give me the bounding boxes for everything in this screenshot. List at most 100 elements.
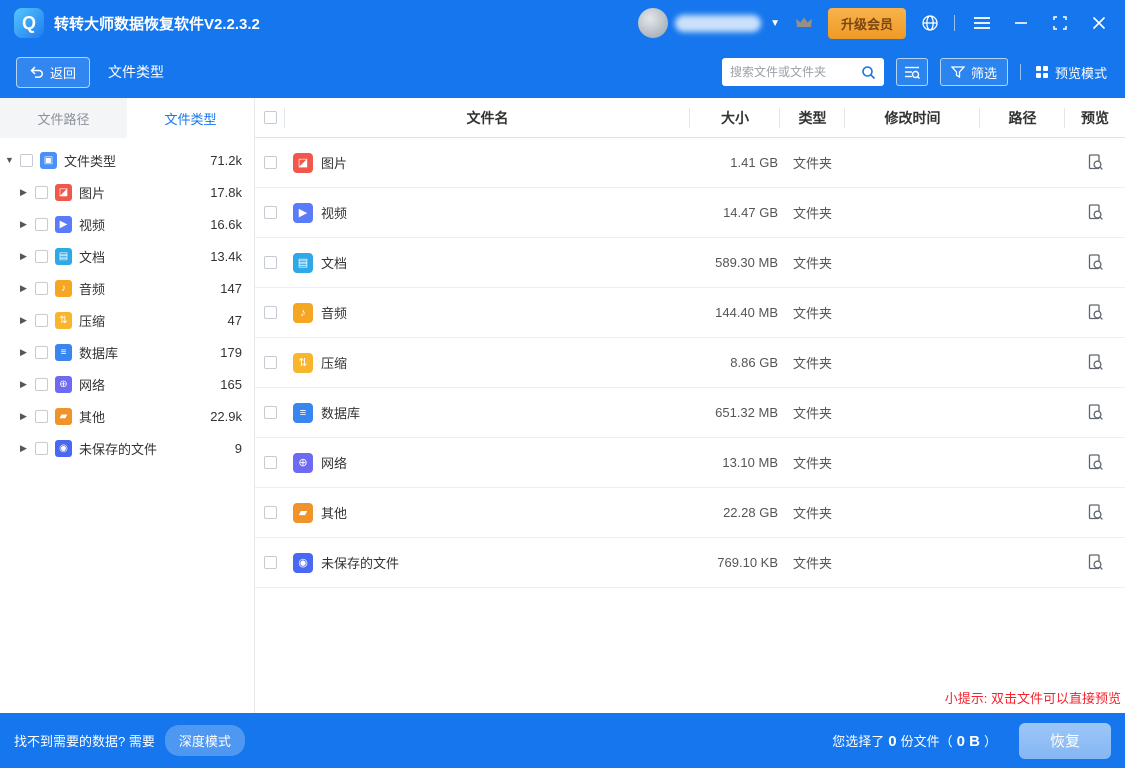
chevron-down-icon[interactable]: ▼ bbox=[5, 155, 20, 165]
preview-button[interactable] bbox=[1086, 153, 1105, 172]
file-name: 音频 bbox=[321, 303, 347, 322]
tree-checkbox[interactable] bbox=[35, 250, 48, 263]
tree-checkbox[interactable] bbox=[20, 154, 33, 167]
row-checkbox[interactable] bbox=[264, 256, 277, 269]
tree-item-label: 文档 bbox=[79, 247, 210, 266]
tree-checkbox[interactable] bbox=[35, 442, 48, 455]
preview-button[interactable] bbox=[1086, 403, 1105, 422]
row-checkbox[interactable] bbox=[264, 506, 277, 519]
row-checkbox[interactable] bbox=[264, 406, 277, 419]
tree-checkbox[interactable] bbox=[35, 218, 48, 231]
chevron-right-icon[interactable]: ▶ bbox=[20, 251, 35, 262]
table-row[interactable]: ⊕网络 13.10 MB 文件夹 bbox=[255, 438, 1125, 488]
maximize-button[interactable] bbox=[1048, 11, 1072, 35]
tree-item-label: 压缩 bbox=[79, 311, 228, 330]
tree-item[interactable]: ▶ ◉ 未保存的文件 9 bbox=[0, 432, 254, 464]
tree-checkbox[interactable] bbox=[35, 346, 48, 359]
preview-button[interactable] bbox=[1086, 353, 1105, 372]
select-all-checkbox[interactable] bbox=[264, 111, 277, 124]
close-button[interactable] bbox=[1087, 11, 1111, 35]
tree-checkbox[interactable] bbox=[35, 410, 48, 423]
preview-button[interactable] bbox=[1086, 203, 1105, 222]
file-path bbox=[980, 288, 1065, 337]
chevron-right-icon[interactable]: ▶ bbox=[20, 283, 35, 294]
hint-text: 小提示: 双击文件可以直接预览 bbox=[945, 688, 1121, 707]
tree-item[interactable]: ▶ ◪ 图片 17.8k bbox=[0, 176, 254, 208]
video-icon: ▶ bbox=[293, 203, 313, 223]
table-row[interactable]: ≡数据库 651.32 MB 文件夹 bbox=[255, 388, 1125, 438]
row-checkbox[interactable] bbox=[264, 356, 277, 369]
table-row[interactable]: ⇅压缩 8.86 GB 文件夹 bbox=[255, 338, 1125, 388]
row-checkbox[interactable] bbox=[264, 156, 277, 169]
tree-item-count: 71.2k bbox=[210, 153, 254, 168]
file-type: 文件夹 bbox=[780, 338, 845, 387]
folder-icon: ▰ bbox=[293, 503, 313, 523]
vip-badge-icon bbox=[795, 16, 813, 30]
deep-mode-button[interactable]: 深度模式 bbox=[165, 725, 245, 756]
chevron-right-icon[interactable]: ▶ bbox=[20, 187, 35, 198]
tree-item[interactable]: ▶ ♪ 音频 147 bbox=[0, 272, 254, 304]
minimize-button[interactable] bbox=[1009, 11, 1033, 35]
table-body: ◪图片 1.41 GB 文件夹 ▶视频 14.47 GB 文件夹 ▤文档 589… bbox=[255, 138, 1125, 713]
table-row[interactable]: ◪图片 1.41 GB 文件夹 bbox=[255, 138, 1125, 188]
table-row[interactable]: ▰其他 22.28 GB 文件夹 bbox=[255, 488, 1125, 538]
file-type-tree: ▼ ▣ 文件类型 71.2k ▶ ◪ 图片 17.8k ▶ ▶ 视频 16.6k… bbox=[0, 138, 254, 713]
chevron-right-icon[interactable]: ▶ bbox=[20, 411, 35, 422]
tree-checkbox[interactable] bbox=[35, 378, 48, 391]
table-row[interactable]: ▶视频 14.47 GB 文件夹 bbox=[255, 188, 1125, 238]
tree-item-count: 22.9k bbox=[210, 409, 254, 424]
tree-item[interactable]: ▶ ▰ 其他 22.9k bbox=[0, 400, 254, 432]
tree-item[interactable]: ▶ ▤ 文档 13.4k bbox=[0, 240, 254, 272]
table-row[interactable]: ♪音频 144.40 MB 文件夹 bbox=[255, 288, 1125, 338]
tree-checkbox[interactable] bbox=[35, 282, 48, 295]
file-modified-time bbox=[845, 388, 980, 437]
preview-mode-button[interactable]: 预览模式 bbox=[1033, 58, 1109, 86]
preview-button[interactable] bbox=[1086, 453, 1105, 472]
tree-item-label: 网络 bbox=[79, 375, 220, 394]
search-icon[interactable] bbox=[861, 65, 876, 80]
file-type: 文件夹 bbox=[780, 188, 845, 237]
tree-checkbox[interactable] bbox=[35, 314, 48, 327]
chevron-right-icon[interactable]: ▶ bbox=[20, 219, 35, 230]
audio-icon: ♪ bbox=[293, 303, 313, 323]
tree-item[interactable]: ▶ ≡ 数据库 179 bbox=[0, 336, 254, 368]
recover-button[interactable]: 恢复 bbox=[1019, 723, 1111, 759]
preview-button[interactable] bbox=[1086, 253, 1105, 272]
preview-button[interactable] bbox=[1086, 553, 1105, 572]
service-globe-icon[interactable] bbox=[921, 14, 939, 32]
row-checkbox[interactable] bbox=[264, 206, 277, 219]
tree-item[interactable]: ▶ ▶ 视频 16.6k bbox=[0, 208, 254, 240]
tree-checkbox[interactable] bbox=[35, 186, 48, 199]
chevron-right-icon[interactable]: ▶ bbox=[20, 347, 35, 358]
tree-item-count: 17.8k bbox=[210, 185, 254, 200]
column-header-size: 大小 bbox=[690, 98, 780, 137]
breadcrumb: 文件类型 bbox=[108, 62, 164, 82]
tree-item[interactable]: ▶ ⇅ 压缩 47 bbox=[0, 304, 254, 336]
file-type: 文件夹 bbox=[780, 488, 845, 537]
upgrade-vip-button[interactable]: 升级会员 bbox=[828, 8, 906, 39]
search-input[interactable] bbox=[730, 65, 855, 79]
row-checkbox[interactable] bbox=[264, 556, 277, 569]
table-row[interactable]: ◉未保存的文件 769.10 KB 文件夹 bbox=[255, 538, 1125, 588]
chevron-down-icon[interactable]: ▼ bbox=[770, 18, 780, 29]
table-row[interactable]: ▤文档 589.30 MB 文件夹 bbox=[255, 238, 1125, 288]
menu-button[interactable] bbox=[970, 11, 994, 35]
row-checkbox[interactable] bbox=[264, 306, 277, 319]
preview-button[interactable] bbox=[1086, 303, 1105, 322]
row-checkbox[interactable] bbox=[264, 456, 277, 469]
table-header: 文件名大小类型修改时间路径预览 bbox=[255, 98, 1125, 138]
chevron-right-icon[interactable]: ▶ bbox=[20, 315, 35, 326]
chevron-right-icon[interactable]: ▶ bbox=[20, 443, 35, 454]
search-results-list-button[interactable] bbox=[896, 58, 928, 86]
tab-file-type[interactable]: 文件类型 bbox=[127, 98, 254, 138]
image-icon: ◪ bbox=[55, 184, 72, 201]
chevron-right-icon[interactable]: ▶ bbox=[20, 379, 35, 390]
tab-file-path[interactable]: 文件路径 bbox=[0, 98, 127, 138]
tree-item[interactable]: ▼ ▣ 文件类型 71.2k bbox=[0, 144, 254, 176]
file-modified-time bbox=[845, 538, 980, 587]
tree-item[interactable]: ▶ ⊕ 网络 165 bbox=[0, 368, 254, 400]
user-avatar[interactable] bbox=[638, 8, 668, 38]
back-button[interactable]: 返回 bbox=[16, 57, 90, 88]
preview-button[interactable] bbox=[1086, 503, 1105, 522]
filter-button[interactable]: 筛选 bbox=[940, 58, 1008, 86]
